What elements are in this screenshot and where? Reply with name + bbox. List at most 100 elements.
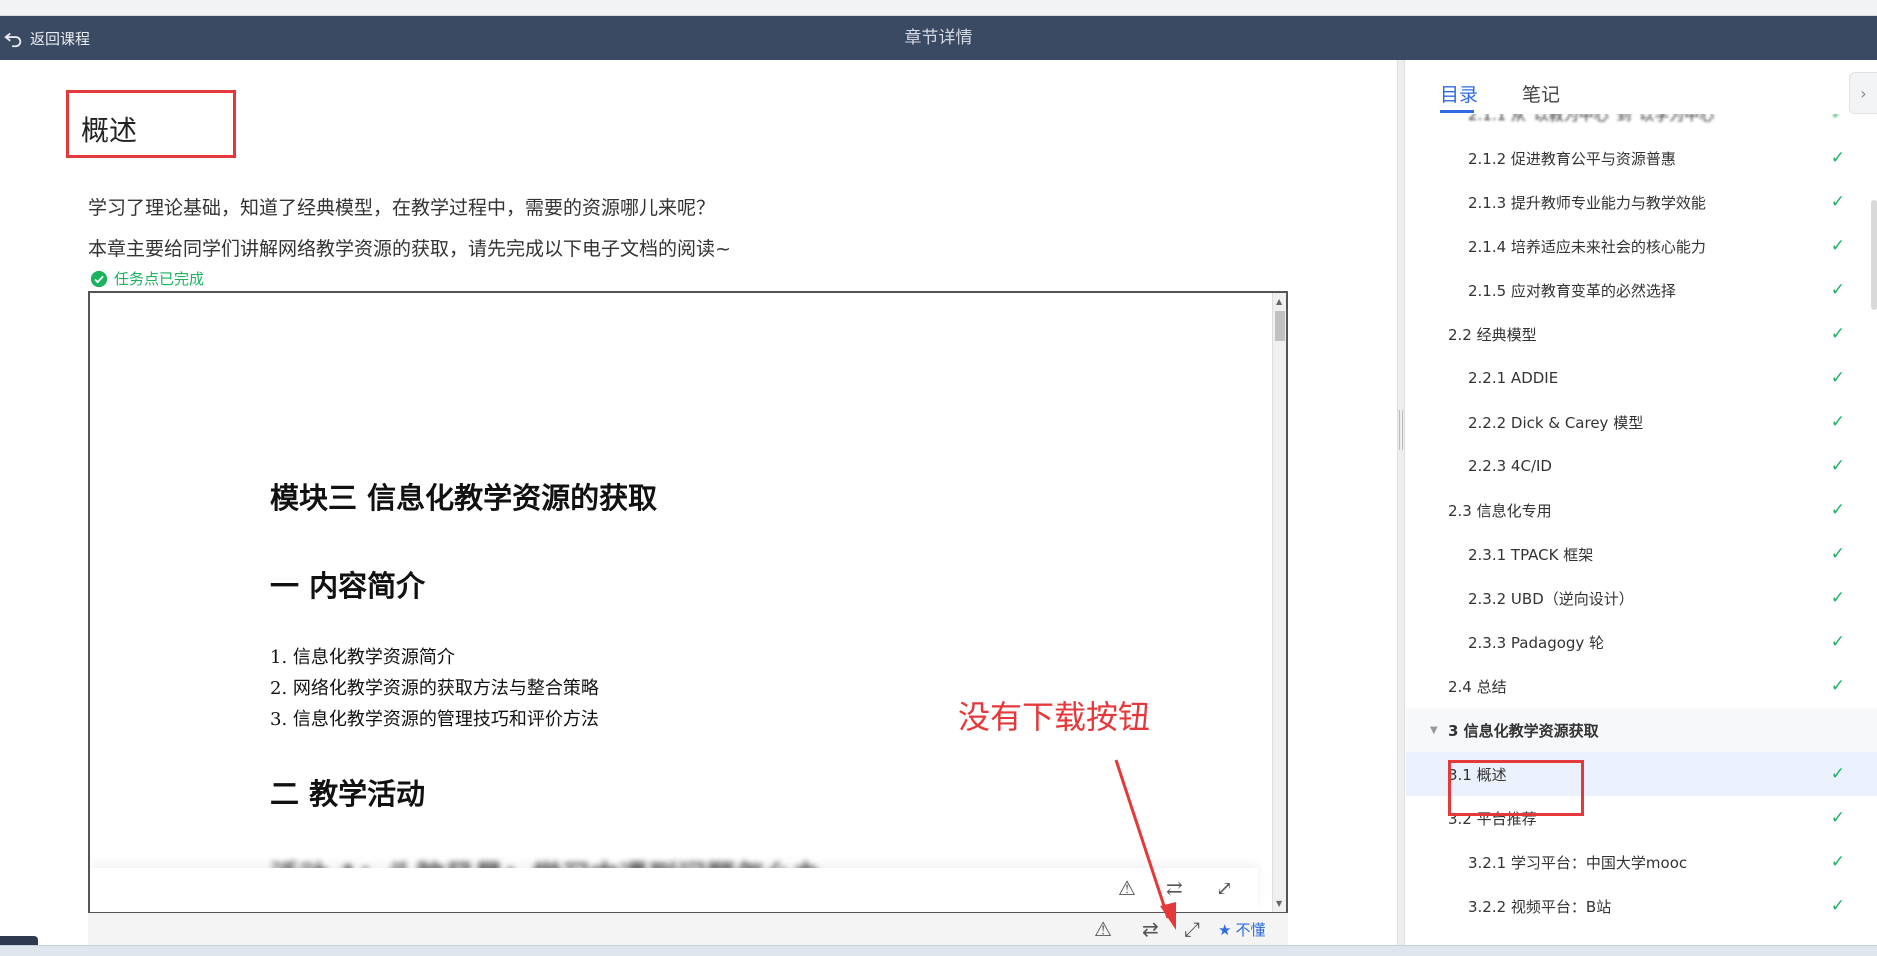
toc-item-label: 2.1.1 从“以教为中心”到“以学为中心” bbox=[1468, 114, 1723, 124]
scroll-down-icon[interactable]: ▼ bbox=[1276, 899, 1282, 908]
check-icon: ✓ bbox=[1830, 676, 1845, 696]
toc-item-label: 2.1.5 应对教育变革的必然选择 bbox=[1468, 281, 1676, 300]
toc-item-label: 2.3.2 UBD（逆向设计） bbox=[1468, 589, 1634, 608]
check-icon: ✓ bbox=[1830, 544, 1845, 564]
tab-notes[interactable]: 笔记 bbox=[1522, 80, 1560, 107]
tab-catalog[interactable]: 目录 bbox=[1440, 80, 1478, 107]
document-inner-toolbar: ⚠ ⇄ ⤢ bbox=[90, 868, 1258, 912]
check-icon: ✓ bbox=[1830, 456, 1845, 476]
check-icon: ✓ bbox=[1830, 896, 1845, 916]
toc-item-label: 2.4 总结 bbox=[1448, 677, 1507, 696]
toc-item[interactable]: 2.1.4 培养适应未来社会的核心能力 ✓ bbox=[1406, 224, 1877, 268]
check-circle-icon bbox=[90, 270, 108, 287]
chapter-title-highlight: 概述 bbox=[66, 90, 236, 158]
caret-down-icon: ▼ bbox=[1430, 724, 1438, 736]
sidebar-tabs: 目录 笔记 › bbox=[1406, 60, 1877, 114]
toc-section-label: 3 信息化教学资源获取 bbox=[1448, 721, 1599, 740]
toc-item-label: 2.2.2 Dick & Carey 模型 bbox=[1468, 413, 1644, 432]
check-icon: ✓ bbox=[1830, 236, 1845, 256]
toc-item[interactable]: 2.2.3 4C/ID ✓ bbox=[1406, 444, 1877, 488]
toc-item-current[interactable]: 3.1 概述 ✓ bbox=[1406, 752, 1877, 796]
check-icon: ✓ bbox=[1830, 192, 1845, 212]
fullscreen-icon[interactable]: ⤢ bbox=[1184, 917, 1200, 941]
toc-item[interactable]: 2.1.2 促进教育公平与资源普惠 ✓ bbox=[1406, 136, 1877, 180]
check-icon: ✓ bbox=[1830, 280, 1845, 300]
check-icon: ✓ bbox=[1830, 632, 1845, 652]
toc-item[interactable]: 2.3.3 Padagogy 轮 ✓ bbox=[1406, 620, 1877, 664]
collapse-sidebar-button[interactable]: › bbox=[1849, 72, 1877, 114]
page-title: 章节详情 bbox=[904, 28, 973, 48]
swap-icon[interactable]: ⇄ bbox=[1142, 917, 1159, 941]
page-header: 返回课程 章节详情 bbox=[0, 16, 1877, 60]
check-icon: ✓ bbox=[1830, 412, 1845, 432]
toc-item-label: 3.1 概述 bbox=[1448, 765, 1507, 784]
toc-item[interactable]: 2.2.1 ADDIE ✓ bbox=[1406, 356, 1877, 400]
toc-item[interactable]: 2.3.2 UBD（逆向设计） ✓ bbox=[1406, 576, 1877, 620]
toc-item-label: 3.2.2 视频平台：B站 bbox=[1468, 897, 1612, 916]
browser-tab-strip bbox=[0, 0, 1877, 16]
toc-item[interactable]: 3.2.1 学习平台：中国大学mooc ✓ bbox=[1406, 840, 1877, 884]
document-viewer[interactable]: 模块三 信息化教学资源的获取 一 内容简介 1. 信息化教学资源简介 2. 网络… bbox=[88, 291, 1288, 914]
chapter-content: 概述 学习了理论基础，知道了经典模型，在教学过程中，需要的资源哪儿来呢？ 本章主… bbox=[0, 60, 1400, 945]
toc-item[interactable]: 2.2 经典模型 ✓ bbox=[1406, 312, 1877, 356]
toc-item-label: 2.2 经典模型 bbox=[1448, 325, 1537, 344]
document-heading: 模块三 信息化教学资源的获取 bbox=[270, 481, 658, 515]
toc-item[interactable]: 3.2.2 视频平台：B站 ✓ bbox=[1406, 884, 1877, 928]
dont-understand-button[interactable]: ★ 不懂 bbox=[1218, 919, 1265, 940]
document-scrollbar[interactable]: ▲ ▼ bbox=[1272, 293, 1286, 912]
chapter-title: 概述 bbox=[81, 114, 138, 147]
sidebar: 目录 笔记 › 2.1.1 从“以教为中心”到“以学为中心” ✓ 2.1.2 促进… bbox=[1406, 60, 1877, 945]
star-icon: ★ bbox=[1218, 920, 1232, 939]
scroll-up-icon[interactable]: ▲ bbox=[1276, 297, 1282, 306]
check-icon: ✓ bbox=[1830, 764, 1845, 784]
intro-text-line2: 本章主要给同学们讲解网络教学资源的获取，请先完成以下电子文档的阅读~ bbox=[88, 238, 731, 260]
check-icon: ✓ bbox=[1830, 368, 1845, 388]
toc-item[interactable]: 2.1.5 应对教育变革的必然选择 ✓ bbox=[1406, 268, 1877, 312]
active-tab-indicator bbox=[1440, 110, 1474, 113]
splitter-grip[interactable] bbox=[1399, 410, 1403, 450]
document-section-1: 一 内容简介 bbox=[270, 569, 426, 603]
toc-item[interactable]: 2.1.3 提升教师专业能力与教学效能 ✓ bbox=[1406, 180, 1877, 224]
fullscreen-icon[interactable]: ⤢ bbox=[1216, 876, 1233, 900]
document-page: 模块三 信息化教学资源的获取 一 内容简介 1. 信息化教学资源简介 2. 网络… bbox=[90, 293, 1272, 912]
document-section-2: 二 教学活动 bbox=[270, 777, 426, 811]
annotation-label: 没有下载按钮 bbox=[958, 698, 1151, 736]
check-icon: ✓ bbox=[1830, 588, 1845, 608]
toc-item-label: 2.2.1 ADDIE bbox=[1468, 369, 1559, 387]
warning-icon[interactable]: ⚠ bbox=[1094, 917, 1112, 941]
check-icon: ✓ bbox=[1830, 324, 1845, 344]
toc-item-label: 2.1.3 提升教师专业能力与教学效能 bbox=[1468, 193, 1706, 212]
document-list-item: 1. 信息化教学资源简介 bbox=[270, 647, 455, 668]
toc-section[interactable]: ▼ 3 信息化教学资源获取 bbox=[1406, 708, 1877, 752]
toc-item-label: 2.3.1 TPACK 框架 bbox=[1468, 545, 1594, 564]
swap-icon[interactable]: ⇄ bbox=[1166, 876, 1183, 900]
task-status-label: 任务点已完成 bbox=[114, 270, 205, 288]
check-icon: ✓ bbox=[1830, 500, 1845, 520]
check-icon: ✓ bbox=[1830, 852, 1845, 872]
qr-code-button[interactable]: ▦ bbox=[0, 936, 38, 945]
toc-item-label: 2.1.2 促进教育公平与资源普惠 bbox=[1468, 149, 1676, 168]
toc-item[interactable]: 2.3 信息化专用 ✓ bbox=[1406, 488, 1877, 532]
toc-item-label: 3.2.1 学习平台：中国大学mooc bbox=[1468, 853, 1688, 872]
warning-icon[interactable]: ⚠ bbox=[1118, 876, 1136, 900]
document-outer-toolbar: ⚠ ⇄ ⤢ ★ 不懂 bbox=[88, 913, 1288, 945]
sidebar-scrollbar[interactable] bbox=[1871, 200, 1877, 310]
toc-item[interactable]: 2.1.1 从“以教为中心”到“以学为中心” ✓ bbox=[1406, 114, 1877, 136]
scroll-thumb[interactable] bbox=[1275, 311, 1285, 341]
chevron-right-icon: › bbox=[1860, 83, 1867, 103]
panel-splitter[interactable] bbox=[1397, 60, 1405, 945]
toc-item[interactable]: 3.2 平台推荐 ✓ bbox=[1406, 796, 1877, 840]
check-icon: ✓ bbox=[1830, 148, 1845, 168]
document-list-item: 2. 网络化教学资源的获取方法与整合策略 bbox=[270, 678, 599, 699]
os-taskbar bbox=[0, 945, 1877, 956]
table-of-contents: 2.1.1 从“以教为中心”到“以学为中心” ✓ 2.1.2 促进教育公平与资源普… bbox=[1406, 114, 1877, 945]
document-list: 1. 信息化教学资源简介 2. 网络化教学资源的获取方法与整合策略 3. 信息化… bbox=[270, 642, 599, 735]
toc-item[interactable]: 2.2.2 Dick & Carey 模型 ✓ bbox=[1406, 400, 1877, 444]
toc-item-label: 2.3 信息化专用 bbox=[1448, 501, 1552, 520]
dont-understand-label: 不懂 bbox=[1235, 921, 1266, 939]
task-status: 任务点已完成 bbox=[90, 268, 204, 289]
toc-item[interactable]: 2.3.1 TPACK 框架 ✓ bbox=[1406, 532, 1877, 576]
document-list-item: 3. 信息化教学资源的管理技巧和评价方法 bbox=[270, 709, 599, 730]
toc-item[interactable]: 2.4 总结 ✓ bbox=[1406, 664, 1877, 708]
intro-text-line1: 学习了理论基础，知道了经典模型，在教学过程中，需要的资源哪儿来呢？ bbox=[88, 197, 716, 219]
